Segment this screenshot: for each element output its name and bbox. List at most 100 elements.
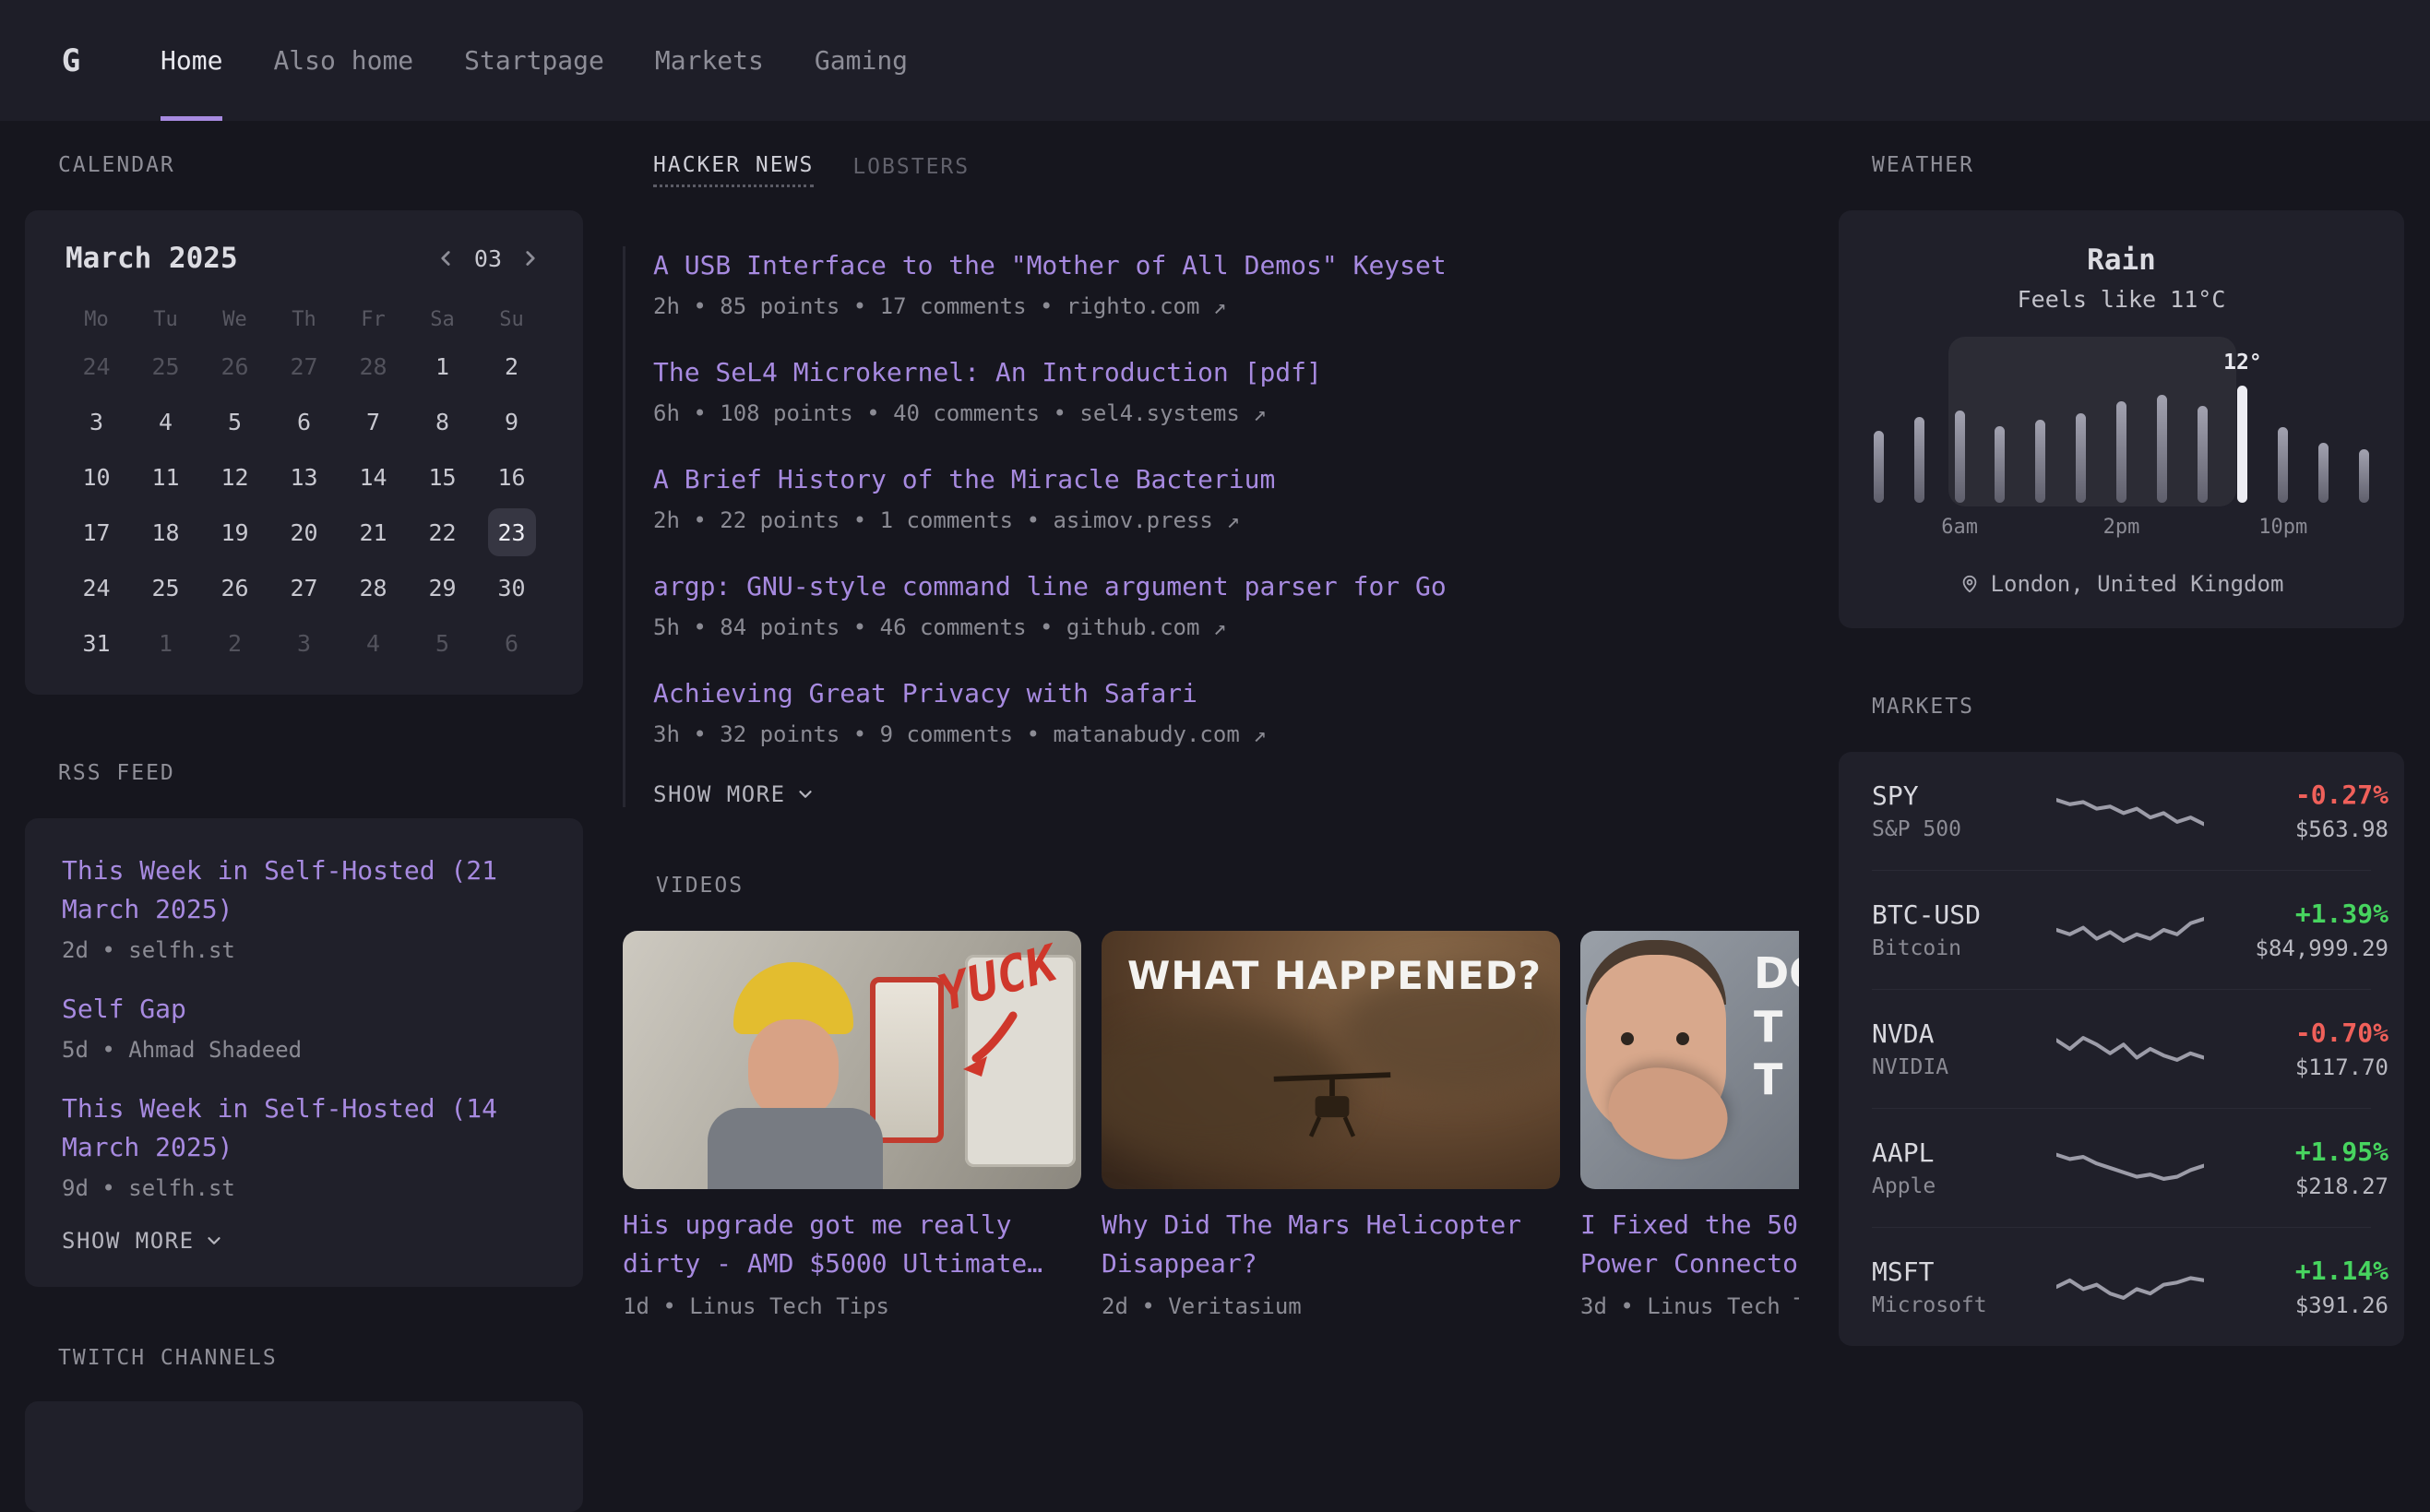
video-title[interactable]: I Fixed the 5090's Melting Power Connect… [1580, 1206, 1799, 1283]
weather-bar-slot [2035, 346, 2045, 503]
rss-widget: RSS FEED This Week in Self-Hosted (21 Ma… [25, 761, 583, 1287]
calendar-day: 9 [477, 394, 546, 449]
markets-card: SPYS&P 500-0.27%$563.98BTC-USDBitcoin+1.… [1839, 752, 2404, 1346]
chevron-down-icon [795, 784, 816, 804]
calendar-prev-button[interactable] [434, 246, 458, 270]
news-item-meta: 6h • 108 points • 40 comments • sel4.sys… [653, 399, 1799, 427]
calendar-day: 25 [131, 339, 200, 394]
market-row-spy[interactable]: SPYS&P 500-0.27%$563.98 [1872, 752, 2371, 870]
news-list-container: A USB Interface to the "Mother of All De… [623, 246, 1799, 807]
calendar-weekday: Th [269, 308, 339, 331]
market-row-btc-usd[interactable]: BTC-USDBitcoin+1.39%$84,999.29 [1872, 870, 2371, 989]
thumbnail-overlay-text: DOTT [1754, 947, 1799, 1107]
news-item: A USB Interface to the "Mother of All De… [653, 246, 1799, 320]
video-thumbnail[interactable]: WHAT HAPPENED? [1102, 931, 1560, 1189]
weather-widget: WEATHER Rain Feels like 11°C 6am2pm12°10… [1839, 153, 2404, 628]
calendar-day: 24 [62, 339, 131, 394]
news-show-more-button[interactable]: SHOW MORE [653, 781, 816, 807]
video-thumbnail[interactable]: YUCK [623, 931, 1081, 1189]
calendar-day: 11 [131, 449, 200, 505]
nav-item-startpage[interactable]: Startpage [464, 0, 604, 121]
calendar-weekdays: MoTuWeThFrSaSu [62, 308, 546, 331]
news-tab-lobsters[interactable]: LOBSTERS [852, 153, 970, 187]
market-name: NVIDIA [1872, 1055, 2056, 1079]
news-item: The SeL4 Microkernel: An Introduction [p… [653, 353, 1799, 427]
calendar-day: 24 [62, 560, 131, 615]
market-price: $84,999.29 [2204, 935, 2388, 961]
news-tab-hacker-news[interactable]: HACKER NEWS [653, 153, 814, 187]
video-card: YUCK His upgrade got me really dirty - AM… [623, 931, 1081, 1320]
video-thumbnail[interactable]: DOTT [1580, 931, 1799, 1189]
weather-bar-slot [1874, 346, 1884, 503]
calendar-day: 27 [269, 560, 339, 615]
news-item-title[interactable]: A Brief History of the Miracle Bacterium [653, 460, 1799, 499]
market-sparkline [2056, 1022, 2204, 1076]
market-values: -0.70%$117.70 [2204, 1018, 2388, 1080]
market-row-msft[interactable]: MSFTMicrosoft+1.14%$391.26 [1872, 1227, 2371, 1346]
calendar-controls: 03 [434, 245, 542, 272]
market-name: S&P 500 [1872, 817, 2056, 841]
chevron-left-icon [434, 246, 458, 270]
calendar-day: 19 [200, 505, 269, 560]
nav-item-home[interactable]: Home [161, 0, 222, 121]
weather-section-title: WEATHER [1839, 153, 2404, 177]
rss-item-title[interactable]: Self Gap [62, 990, 546, 1029]
logo[interactable]: G [55, 42, 87, 79]
calendar-day: 28 [339, 339, 408, 394]
news-item-meta: 3h • 32 points • 9 comments • matanabudy… [653, 720, 1799, 748]
market-change: -0.70% [2204, 1018, 2388, 1048]
calendar-day: 7 [339, 394, 408, 449]
calendar-card: March 2025 03 MoTuWeThFrSaSu 24252627281… [25, 210, 583, 695]
calendar-day: 25 [131, 560, 200, 615]
rss-show-more-button[interactable]: SHOW MORE [62, 1228, 224, 1254]
market-row-nvda[interactable]: NVDANVIDIA-0.70%$117.70 [1872, 989, 2371, 1108]
twitch-widget: TWITCH CHANNELS [25, 1346, 583, 1512]
calendar-day: 6 [269, 394, 339, 449]
calendar-day: 28 [339, 560, 408, 615]
calendar-day: 5 [408, 615, 477, 671]
news-item-title[interactable]: The SeL4 Microkernel: An Introduction [p… [653, 353, 1799, 392]
header: G Home Also home Startpage Markets Gaming [0, 0, 2430, 121]
news-item-meta: 2h • 85 points • 17 comments • righto.co… [653, 292, 1799, 320]
news-item-title[interactable]: A USB Interface to the "Mother of All De… [653, 246, 1799, 285]
market-values: +1.95%$218.27 [2204, 1137, 2388, 1199]
videos-widget: VIDEOS YUCKHis upgrade got me really dir… [623, 874, 1799, 1320]
market-values: +1.14%$391.26 [2204, 1256, 2388, 1318]
weather-bar-slot [2198, 346, 2208, 503]
weather-feels-like: Feels like 11°C [1872, 286, 2371, 313]
thumbnail-eye [1621, 1032, 1634, 1045]
calendar-day: 3 [269, 615, 339, 671]
video-title[interactable]: His upgrade got me really dirty - AMD $5… [623, 1206, 1081, 1283]
twitch-section-title: TWITCH CHANNELS [25, 1346, 583, 1370]
rss-item-title[interactable]: This Week in Self-Hosted (14 March 2025) [62, 1089, 546, 1167]
nav-item-markets[interactable]: Markets [655, 0, 764, 121]
calendar-day: 12 [200, 449, 269, 505]
nav-item-gaming[interactable]: Gaming [815, 0, 908, 121]
weather-bar [1955, 411, 1965, 503]
calendar-section-title: CALENDAR [25, 153, 583, 177]
market-row-aapl[interactable]: AAPLApple+1.95%$218.27 [1872, 1108, 2371, 1227]
news-tabs: HACKER NEWS LOBSTERS [623, 153, 1799, 187]
rss-item-title[interactable]: This Week in Self-Hosted (21 March 2025) [62, 851, 546, 929]
calendar-next-button[interactable] [518, 246, 542, 270]
market-sparkline [2056, 784, 2204, 838]
calendar-widget: CALENDAR March 2025 03 MoTuWeThFrSaSu [25, 153, 583, 695]
calendar-day: 20 [269, 505, 339, 560]
calendar-weekday: Fr [339, 308, 408, 331]
news-show-more-label: SHOW MORE [653, 781, 786, 807]
calendar-day: 3 [62, 394, 131, 449]
weather-bar-slot: 10pm [2278, 346, 2288, 503]
news-item-title[interactable]: argp: GNU-style command line argument pa… [653, 567, 1799, 606]
video-meta: 3d • Linus Tech Tips [1580, 1292, 1799, 1320]
calendar-grid: 2425262728123456789101112131415161718192… [62, 339, 546, 671]
nav-item-also-home[interactable]: Also home [273, 0, 413, 121]
market-price: $563.98 [2204, 816, 2388, 842]
rss-item-meta: 5d • Ahmad Shadeed [62, 1036, 546, 1064]
video-title[interactable]: Why Did The Mars Helicopter Disappear? [1102, 1206, 1560, 1283]
markets-widget: MARKETS SPYS&P 500-0.27%$563.98BTC-USDBi… [1839, 695, 2404, 1346]
calendar-day: 4 [339, 615, 408, 671]
news-item-title[interactable]: Achieving Great Privacy with Safari [653, 674, 1799, 713]
calendar-weekday: Sa [408, 308, 477, 331]
weather-bar [2359, 449, 2369, 503]
calendar-weekday: Tu [131, 308, 200, 331]
